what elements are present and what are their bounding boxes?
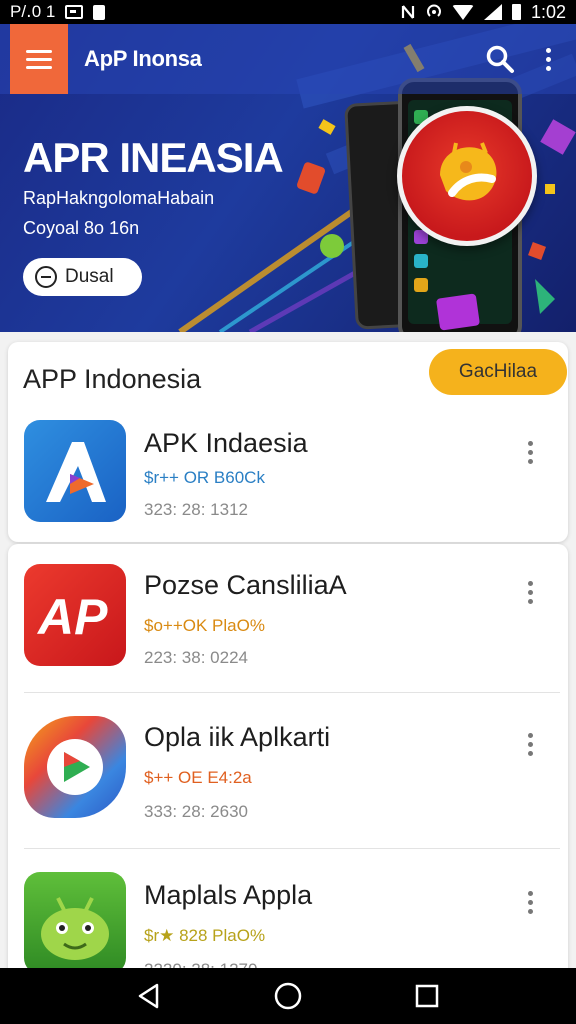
home-circle-icon [274,982,302,1010]
logo-glyph [440,142,497,201]
app-list-card: AP Pozse CansliliaA $o++OK PlaO% 223: 38… [8,544,568,984]
hero-banner: ApP Inonsa APR INEASIA RapHakngolomaHaba… [0,24,576,332]
hero-subtitle: RapHakngolomaHabain [23,188,215,208]
android-icon [24,872,126,974]
app-name: Pozse CansliliaA [144,570,347,600]
apk-indonesia-icon [24,420,126,522]
more-vertical-icon [527,732,533,738]
content-area: APP Indonesia GacHilaa APK Indaesia $r++… [0,332,576,984]
section-card: APP Indonesia GacHilaa APK Indaesia $r++… [8,342,568,542]
earth-icon [35,266,57,288]
hero-subtitle-2: Coyoal 8o 16n [23,218,140,238]
section-action-button[interactable]: GacHilaa [429,349,567,395]
status-left-text: P/․0 1 [10,2,56,21]
svg-text:AP: AP [36,589,108,645]
photo-icon [65,5,84,19]
status-right: 1:02 [400,2,566,23]
more-vertical-icon [527,440,533,446]
list-item-opla[interactable]: Opla iik Aplkarti $++ OE E4:2a 333: 28: … [8,694,568,844]
more-vertical-icon [545,47,551,53]
app-name: Opla iik Aplkarti [144,722,331,752]
app-meta: $r★ 828 PlaO% [144,926,266,945]
divider [24,848,560,849]
item-more-button[interactable] [518,576,542,608]
status-time: 1:02 [530,1,566,22]
hamburger-icon [26,49,52,53]
list-item-pozse[interactable]: AP Pozse CansliliaA $o++OK PlaO% 223: 38… [8,544,568,694]
nfc-icon [401,5,415,19]
recents-button[interactable] [403,972,451,1020]
hero-button-label: Dusal [65,266,114,287]
play-store-icon [24,716,126,818]
screen: P/․0 1 1:02 ApP Inonsa APR INEASIA RapHa… [0,0,576,1024]
app-name: Maplals Appla [144,880,313,910]
more-vertical-icon [527,890,533,896]
app-name: APK Indaesia [144,428,308,458]
app-date: 223: 38: 0224 [144,648,248,667]
menu-button[interactable] [10,24,68,94]
item-more-button[interactable] [518,436,542,468]
app-date: 323: 28: 1312 [144,500,248,519]
battery-icon [511,4,521,20]
app-meta: $o++OK PlaO% [144,616,265,635]
app-logo-badge [397,106,537,246]
ap-logo-icon: AP [24,564,126,666]
app-meta: $r++ OR B60Ck [144,468,265,487]
status-bar: P/․0 1 1:02 [0,0,576,24]
lock-icon [93,4,106,20]
hero-action-button[interactable]: Dusal [23,258,142,296]
app-date: 333: 28: 2630 [144,802,248,821]
list-item-apk-indaesia[interactable]: APK Indaesia $r++ OR B60Ck 323: 28: 1312 [8,406,568,542]
divider [24,692,560,693]
hero-title: APR INEASIA [23,134,284,181]
app-meta: $++ OE E4:2a [144,768,252,787]
item-more-button[interactable] [518,728,542,760]
navigation-bar [0,968,576,1024]
back-triangle-icon [139,983,159,1009]
back-button[interactable] [125,972,173,1020]
app-bar: ApP Inonsa [0,24,576,94]
search-button[interactable] [478,37,522,81]
status-left: P/․0 1 [10,2,400,22]
section-title: APP Indonesia [23,364,202,394]
more-options-button[interactable] [528,37,568,81]
item-more-button[interactable] [518,886,542,918]
signal-icon [483,4,502,20]
more-vertical-icon [527,580,533,586]
home-button[interactable] [264,972,312,1020]
app-title: ApP Inonsa [84,46,202,71]
recents-square-icon [415,984,438,1008]
hotspot-icon [426,4,441,17]
wifi-icon [451,4,474,20]
search-icon [486,45,514,73]
